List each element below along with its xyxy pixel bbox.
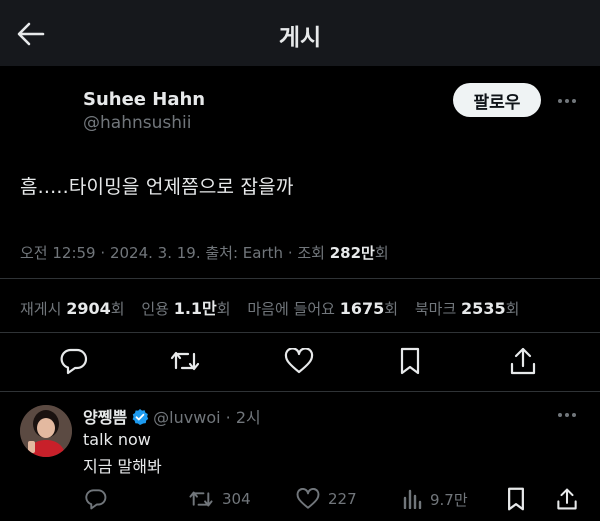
comment-icon bbox=[60, 348, 88, 375]
post-source: 출처: Earth bbox=[205, 244, 284, 262]
share-icon bbox=[510, 347, 536, 375]
share-icon bbox=[557, 488, 577, 510]
quotes-suffix: 회 bbox=[216, 300, 231, 318]
reply-text-line2: 지금 말해봐 bbox=[83, 457, 162, 476]
top-bar: 게시 bbox=[0, 0, 600, 66]
likes-count: 1675 bbox=[339, 299, 385, 318]
quotes-count: 1.1만 bbox=[173, 299, 217, 318]
post-author-name[interactable]: Suhee Hahn bbox=[83, 89, 205, 110]
bookmark-button[interactable] bbox=[396, 346, 424, 376]
bookmark-icon bbox=[508, 487, 524, 511]
reply-reply-button[interactable] bbox=[84, 487, 108, 511]
reply-bookmark-button[interactable] bbox=[506, 487, 526, 511]
reply-text-line1: talk now bbox=[83, 430, 151, 449]
reply-retweet-count: 304 bbox=[222, 490, 251, 508]
like-button[interactable] bbox=[283, 346, 315, 376]
retweet-icon bbox=[189, 491, 213, 507]
post-more-button[interactable] bbox=[554, 93, 580, 109]
meta-separator: · bbox=[100, 244, 110, 262]
quotes-label: 인용 bbox=[141, 300, 169, 318]
reply-like-button[interactable]: 227 bbox=[296, 487, 357, 511]
retweet-icon bbox=[170, 351, 200, 371]
page-title: 게시 bbox=[278, 25, 322, 51]
reply-more-button[interactable] bbox=[554, 407, 580, 423]
bookmark-icon bbox=[400, 347, 420, 375]
reply-avatar[interactable] bbox=[20, 405, 72, 457]
likes-suffix: 회 bbox=[384, 300, 399, 318]
views-bar-chart-icon bbox=[403, 489, 422, 509]
reply-retweet-button[interactable]: 304 bbox=[188, 487, 251, 511]
more-dot bbox=[565, 99, 569, 103]
reply-views-button[interactable]: 9.7만 bbox=[402, 487, 468, 511]
post-time[interactable]: 오전 12:59 bbox=[20, 244, 96, 262]
reply-like-count: 227 bbox=[328, 490, 357, 508]
quotes-stat[interactable]: 인용 1.1만회 bbox=[141, 299, 231, 318]
bookmarks-stat[interactable]: 북마크 2535회 bbox=[414, 299, 520, 318]
retweets-count: 2904 bbox=[66, 299, 111, 318]
views-suffix: 회 bbox=[374, 244, 389, 262]
divider bbox=[0, 391, 600, 392]
share-button[interactable] bbox=[508, 345, 538, 377]
likes-stat[interactable]: 마음에 들어요 1675회 bbox=[247, 299, 399, 318]
more-dot bbox=[572, 413, 576, 417]
views-count: 282만 bbox=[329, 244, 375, 262]
more-dot bbox=[572, 99, 576, 103]
reply-button[interactable] bbox=[58, 346, 90, 376]
bookmarks-label: 북마크 bbox=[414, 300, 457, 318]
views-label: 조회 bbox=[297, 244, 325, 262]
heart-icon bbox=[296, 488, 320, 509]
retweet-button[interactable] bbox=[168, 346, 202, 376]
comment-icon bbox=[85, 489, 107, 510]
divider bbox=[0, 332, 600, 333]
reply-views-count: 9.7만 bbox=[430, 490, 468, 509]
likes-label: 마음에 들어요 bbox=[247, 300, 335, 318]
post-meta: 오전 12:59 · 2024. 3. 19. 출처: Earth · 조회 2… bbox=[20, 242, 389, 263]
more-dots-icon bbox=[558, 99, 562, 103]
heart-icon bbox=[284, 348, 314, 374]
post-date[interactable]: 2024. 3. 19. bbox=[110, 244, 201, 262]
reply-header: 양쩽쁨 @luvwoi · 2시 bbox=[83, 404, 261, 428]
reply-author-handle[interactable]: @luvwoi bbox=[153, 408, 220, 427]
retweets-stat[interactable]: 재게시 2904회 bbox=[20, 299, 125, 318]
post-text: 흠.....타이밍을 언제쯤으로 잡을까 bbox=[20, 176, 294, 198]
follow-button[interactable]: 팔로우 bbox=[453, 83, 541, 117]
reply-share-button[interactable] bbox=[556, 487, 578, 511]
reply-time: · 2시 bbox=[225, 408, 261, 427]
meta-separator: · bbox=[287, 244, 298, 262]
verified-badge-icon[interactable] bbox=[131, 408, 149, 426]
retweets-suffix: 회 bbox=[110, 300, 125, 318]
retweets-label: 재게시 bbox=[20, 300, 62, 318]
more-dots-icon bbox=[558, 413, 562, 417]
bookmarks-count: 2535 bbox=[461, 299, 506, 318]
avatar-image bbox=[20, 405, 72, 457]
post-stats: 재게시 2904회 인용 1.1만회 마음에 들어요 1675회 북마크 253… bbox=[20, 295, 531, 319]
divider bbox=[0, 278, 600, 279]
bookmarks-suffix: 회 bbox=[505, 300, 520, 318]
post-author-handle[interactable]: @hahnsushii bbox=[83, 113, 191, 133]
reply-author-name[interactable]: 양쩽쁨 bbox=[83, 408, 127, 427]
more-dot bbox=[565, 413, 569, 417]
